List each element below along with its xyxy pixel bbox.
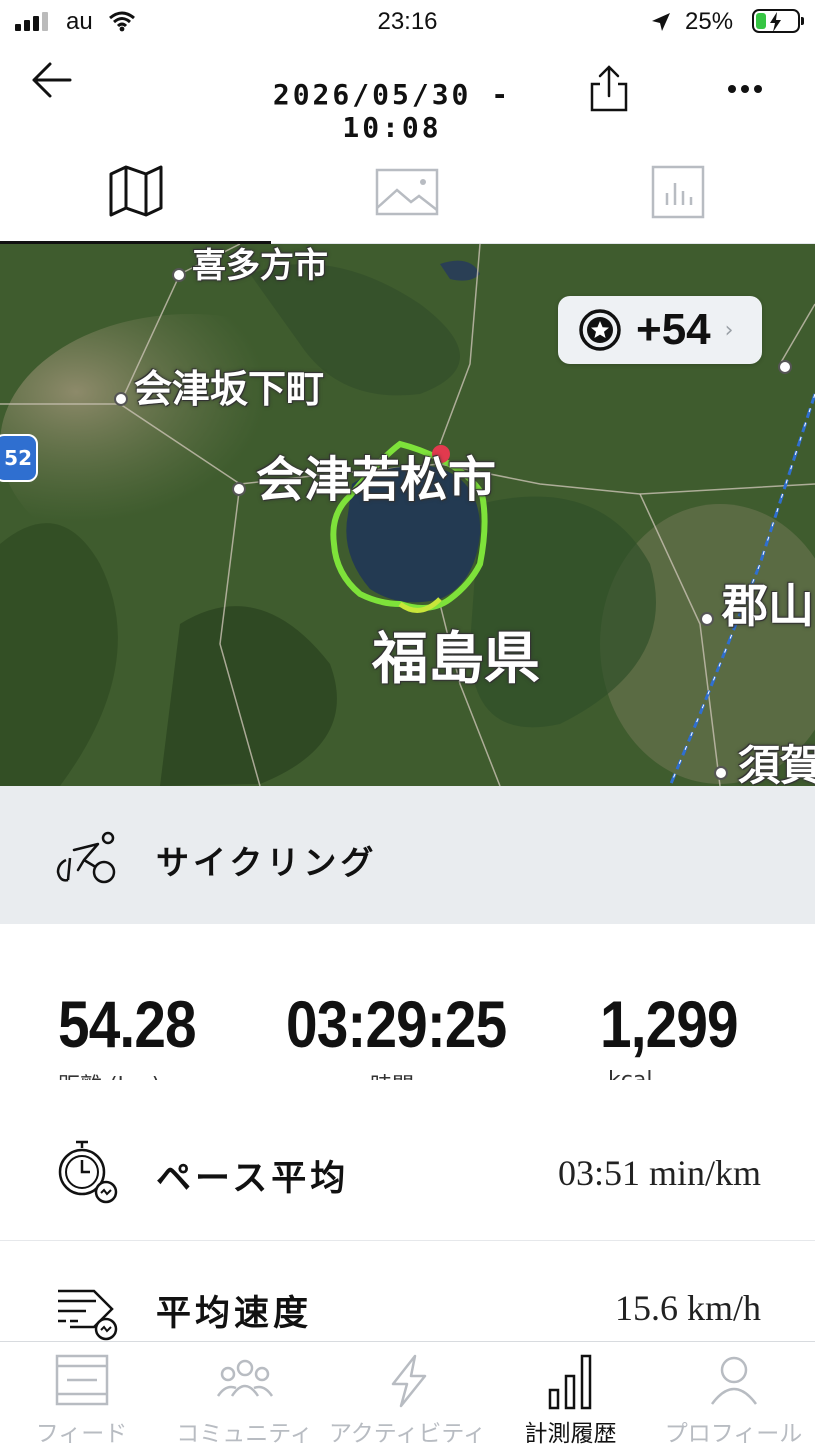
city-dot (778, 360, 792, 374)
badge-count: +54 (636, 305, 711, 354)
map-label-aizuwakamatsu: 会津若松市 (256, 452, 497, 508)
profile-icon (652, 1354, 815, 1406)
city-dot (232, 482, 246, 496)
bottom-nav: フィード コミュニティ アクティビティ 計測履歴 プロフィール (0, 1341, 815, 1448)
stat-distance-value: 54.28 (58, 987, 197, 1061)
location-arrow-icon (650, 11, 672, 37)
nav-label: プロフィール (664, 1421, 803, 1447)
city-dot (172, 268, 186, 282)
map-label-fukushima: 福島県 (372, 627, 540, 692)
route-map[interactable]: 喜多方市 会津坂下町 会津若松市 福島県 郡山 須賀 52 +54 › (0, 244, 815, 786)
tab-charts[interactable] (542, 140, 813, 244)
star-badge-icon (579, 309, 621, 351)
stat-calories-value: 1,299 (600, 987, 739, 1061)
nav-label: フィード (35, 1421, 128, 1447)
community-icon (163, 1354, 326, 1406)
activity-type-row: サイクリング (0, 786, 815, 924)
nav-history[interactable]: 計測履歴 (489, 1342, 652, 1448)
map-label-aizubange: 会津坂下町 (134, 367, 325, 411)
history-chart-icon (489, 1354, 652, 1410)
avg-speed-label: 平均速度 (156, 1294, 313, 1334)
nav-activity[interactable]: アクティビティ (326, 1342, 489, 1448)
cycling-icon (54, 830, 120, 890)
activity-datetime: 2026/05/30 - 10:08 (272, 78, 512, 144)
summary-stats: 54.28 距離 (km) 03:29:25 時間 1,299 kcal (0, 924, 815, 1080)
battery-percent: 25% (685, 8, 734, 35)
image-icon (375, 168, 438, 216)
pace-label: ペース平均 (156, 1159, 350, 1199)
stopwatch-icon (56, 1140, 122, 1208)
lightning-icon (326, 1354, 489, 1408)
badge-count-button[interactable]: +54 › (558, 296, 762, 364)
tab-photos[interactable] (271, 140, 542, 244)
share-button[interactable] (586, 64, 632, 114)
stat-calories-label: kcal (608, 1068, 652, 1080)
speed-row: 平均速度 15.6 km/h (0, 1241, 815, 1341)
activity-type-label: サイクリング (156, 843, 378, 882)
nav-feed[interactable]: フィード (0, 1342, 163, 1448)
map-label-sukagawa: 須賀 (738, 741, 815, 786)
more-button[interactable] (718, 74, 772, 104)
more-dots-icon (728, 85, 762, 93)
pace-row: ペース平均 03:51 min/km (0, 1108, 815, 1238)
share-icon (590, 65, 628, 112)
view-tabs (0, 140, 815, 244)
activity-header: 2026/05/30 - 10:08 (0, 46, 815, 144)
nav-profile[interactable]: プロフィール (652, 1342, 815, 1448)
stat-time-value: 03:29:25 (286, 987, 507, 1061)
speed-icon (56, 1285, 122, 1345)
nav-label: 計測履歴 (524, 1421, 617, 1447)
back-button[interactable] (28, 58, 74, 104)
nav-label: コミュニティ (176, 1421, 313, 1447)
battery-icon (752, 9, 804, 33)
bar-chart-icon (651, 165, 704, 219)
stat-distance-label: 距離 (km) (58, 1068, 160, 1080)
city-dot (114, 392, 128, 406)
tab-map[interactable] (0, 140, 271, 244)
map-label-kitakata: 喜多方市 (192, 246, 328, 286)
map-label-koriyama: 郡山 (722, 579, 814, 633)
city-dot (714, 766, 728, 780)
nav-community[interactable]: コミュニティ (163, 1342, 326, 1448)
stat-time-label: 時間 (370, 1068, 414, 1080)
city-dot (700, 612, 714, 626)
map-icon (109, 165, 162, 216)
avg-speed-value: 15.6 km/h (614, 1288, 761, 1328)
status-bar: au 23:16 25% (0, 0, 815, 46)
nav-label: アクティビティ (328, 1421, 487, 1447)
feed-icon (0, 1354, 163, 1406)
arrow-left-icon (32, 62, 72, 98)
route-number-badge: 52 (0, 434, 38, 482)
pace-value: 03:51 min/km (557, 1153, 761, 1193)
chevron-right-icon: › (724, 317, 734, 343)
